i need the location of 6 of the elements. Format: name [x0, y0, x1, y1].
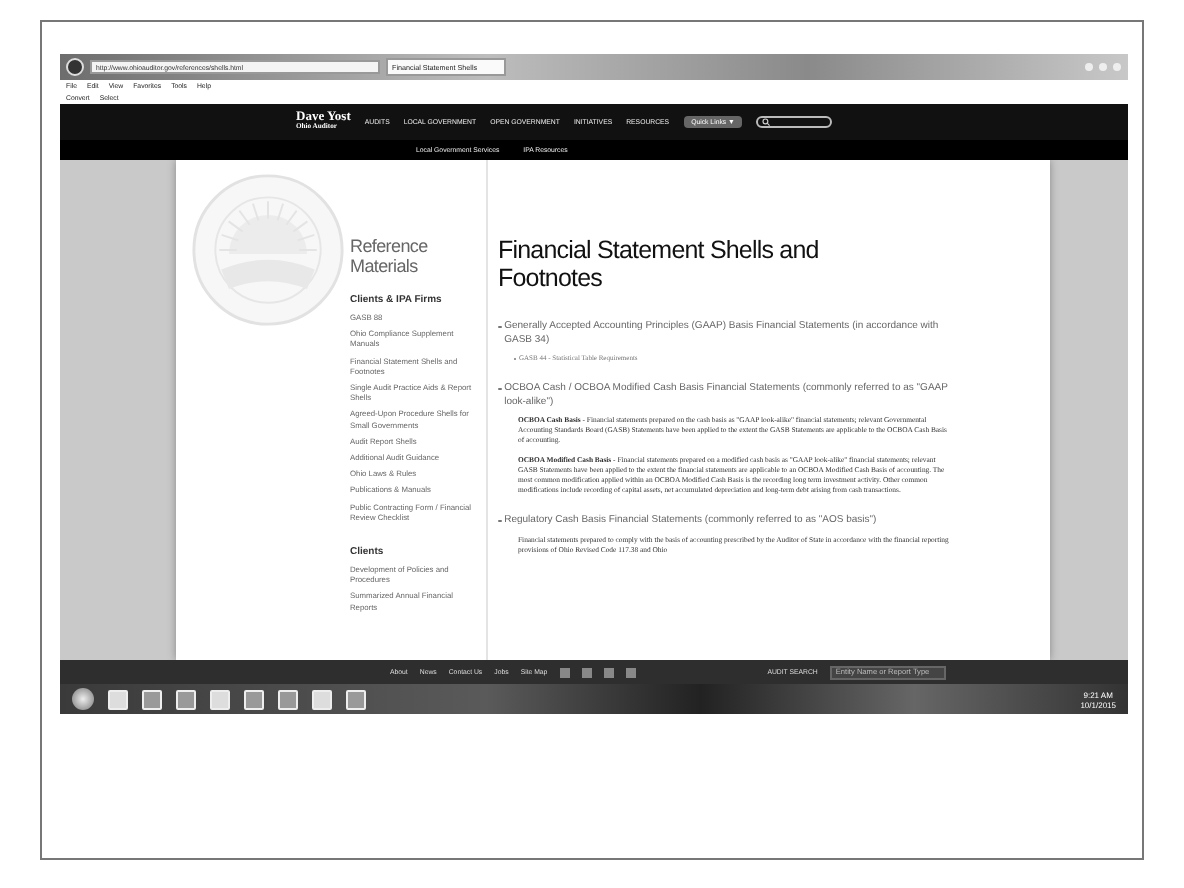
sidebar-title: Reference Materials [350, 236, 430, 276]
back-button[interactable] [66, 58, 84, 76]
search-icon [762, 118, 771, 126]
page-title: Financial Statement Shells and Footnotes [498, 236, 821, 292]
search-field[interactable] [756, 116, 833, 128]
start-button[interactable] [72, 688, 94, 710]
